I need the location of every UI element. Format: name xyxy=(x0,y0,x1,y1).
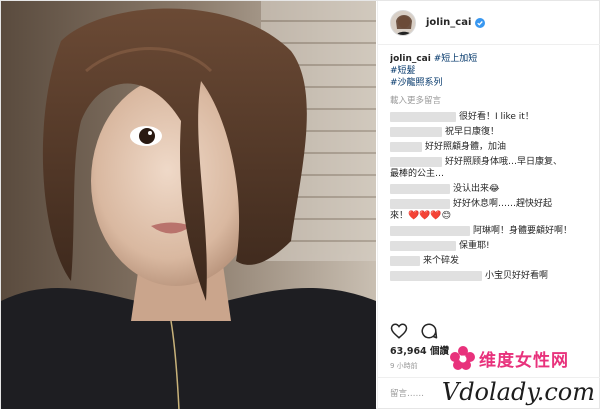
post-actions xyxy=(390,321,450,341)
comment-text: 最棒的公主… xyxy=(390,169,445,179)
caption-username[interactable]: jolin_cai xyxy=(390,54,431,64)
comment: 好好照顧身體，加油 xyxy=(390,141,594,153)
blurred-username xyxy=(390,126,442,137)
watermark-chinese-text: 维度女性网 xyxy=(479,351,569,371)
comment-text: 好好休息啊……趕快好起 xyxy=(453,199,553,209)
comment-icon[interactable] xyxy=(420,322,438,340)
blurred-username xyxy=(390,255,420,266)
avatar[interactable] xyxy=(390,9,416,36)
likes-count[interactable]: 63,964 個讚 xyxy=(390,343,449,357)
blurred-username xyxy=(390,240,456,251)
hashtag[interactable]: #短上加短 xyxy=(434,54,478,64)
flower-logo-icon xyxy=(450,346,475,370)
comment-text: 好好照顾身体哦…早日康复、 xyxy=(445,157,563,167)
heart-icon[interactable] xyxy=(390,322,408,340)
comment: 好好休息啊……趕快好起 來！❤️❤️❤️😊 xyxy=(390,198,594,222)
blurred-username xyxy=(390,270,482,281)
selfie-image xyxy=(1,1,376,409)
hashtag[interactable]: #沙龍照系列 xyxy=(390,78,443,88)
post-sidebar: jolin_cai jolin_cai #短上加短 #短髮 #沙龍照系列 載入更… xyxy=(377,1,600,409)
comment-text: 好好照顧身體，加油 xyxy=(425,142,507,152)
verified-badge-icon xyxy=(475,17,486,28)
comment: 小宝贝好好看啊 xyxy=(390,270,594,282)
add-comment-input[interactable]: 留言…… xyxy=(390,387,424,399)
blurred-username xyxy=(390,183,450,194)
comment: 阿琳啊！身體要顧好啊！ xyxy=(390,225,594,237)
comment-text: 阿琳啊！身體要顧好啊！ xyxy=(473,226,573,236)
comment-text: 来个碎发 xyxy=(423,256,460,266)
comment: 保重耶! xyxy=(390,240,594,252)
comment: 来个碎发 xyxy=(390,255,594,267)
post-photo xyxy=(1,1,376,409)
blurred-username xyxy=(390,141,422,152)
blurred-username xyxy=(390,198,450,209)
post-timestamp[interactable]: 9 小時前 xyxy=(390,361,418,371)
comment: 很好看！I like it！ xyxy=(390,111,594,123)
load-more-comments-link[interactable]: 載入更多留言 xyxy=(390,95,594,107)
comment-text: 小宝贝好好看啊 xyxy=(485,271,549,281)
blurred-username xyxy=(390,156,442,167)
post-header: jolin_cai xyxy=(378,1,600,45)
username[interactable]: jolin_cai xyxy=(426,17,471,28)
comment: 好好照顾身体哦…早日康复、 最棒的公主… xyxy=(390,156,594,180)
comments-list: jolin_cai #短上加短 #短髮 #沙龍照系列 載入更多留言 很好看！I … xyxy=(390,53,594,315)
instagram-post: jolin_cai jolin_cai #短上加短 #短髮 #沙龍照系列 載入更… xyxy=(0,0,600,409)
caption: jolin_cai #短上加短 #短髮 #沙龍照系列 xyxy=(390,53,594,89)
blurred-username xyxy=(390,111,456,122)
hashtag[interactable]: #短髮 xyxy=(390,66,416,76)
comment-text: 來！❤️❤️❤️😊 xyxy=(390,211,452,221)
comment-text: 祝早日康復！ xyxy=(445,127,500,137)
comment: 祝早日康復！ xyxy=(390,126,594,138)
comment: 没认出来😂 xyxy=(390,183,594,195)
comment-text: 很好看！I like it！ xyxy=(459,112,534,122)
comment-text: 没认出来😂 xyxy=(453,184,500,194)
comment-text: 保重耶! xyxy=(459,241,490,251)
blurred-username xyxy=(390,225,470,236)
site-watermark: 维度女性网 Vdolady.com xyxy=(442,344,597,408)
watermark-domain-text: Vdolady.com xyxy=(441,378,595,406)
